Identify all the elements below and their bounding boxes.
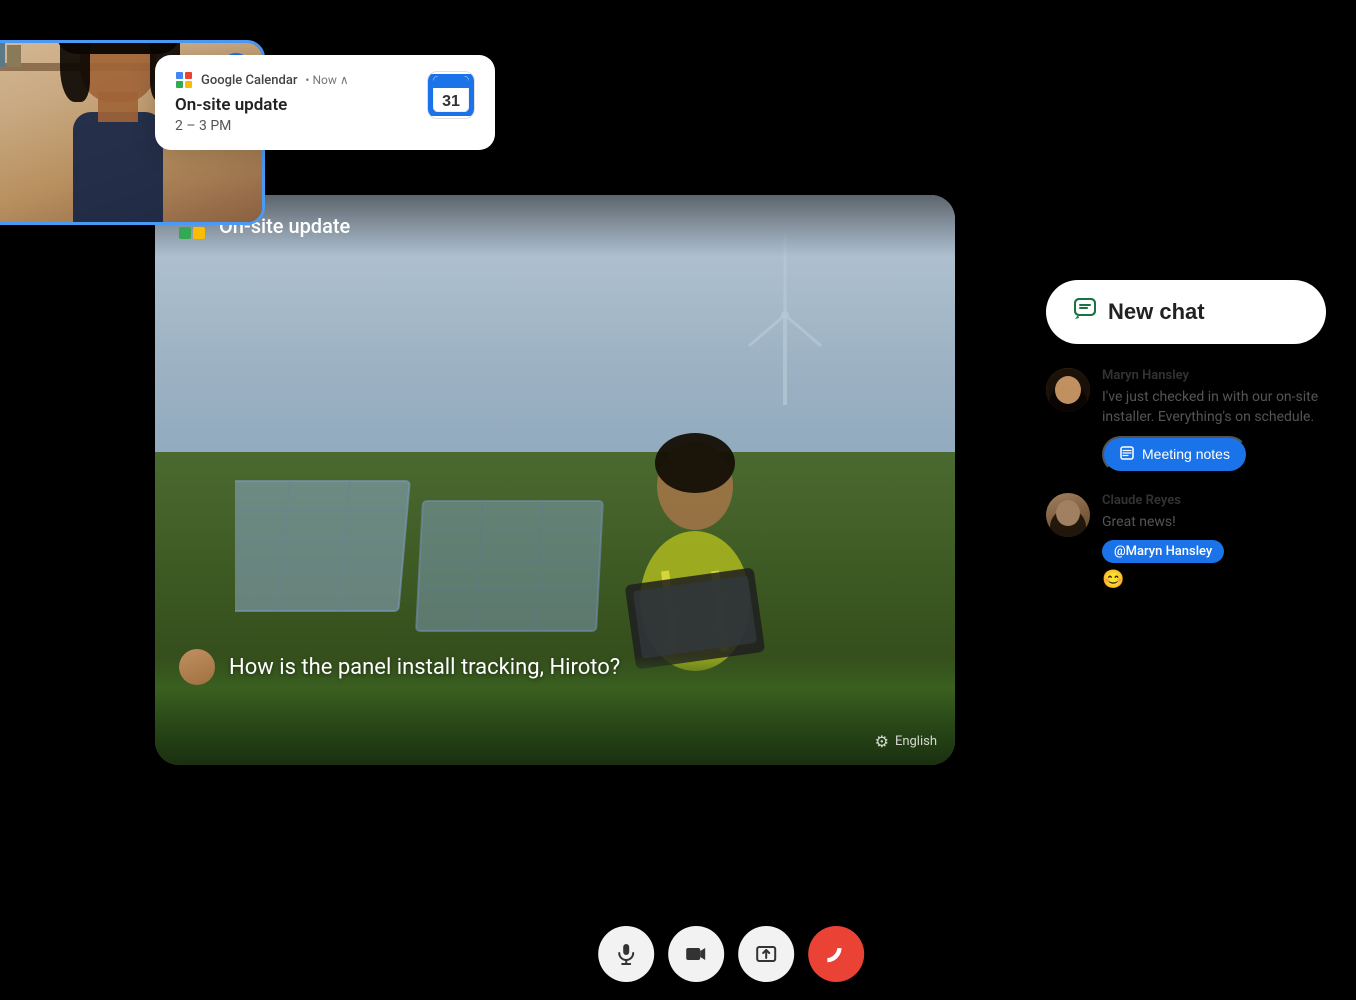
reaction-emoji: 😊 xyxy=(1102,569,1224,590)
notification-time: • Now ∧ xyxy=(305,73,348,87)
claude-message-body: Claude Reyes Great news! @Maryn Hansley … xyxy=(1102,493,1224,590)
notes-icon xyxy=(1120,446,1134,463)
new-chat-label: New chat xyxy=(1108,299,1205,325)
maryn-name: Maryn Hansley xyxy=(1102,368,1326,383)
video-call-frame: On-site update ⚙ English How is the pane… xyxy=(155,195,955,765)
caption-bar: How is the panel install tracking, Hirot… xyxy=(155,649,955,685)
notification-subtitle: 2 – 3 PM xyxy=(175,118,413,134)
new-chat-icon xyxy=(1074,298,1096,326)
caption-avatar xyxy=(179,649,215,685)
svg-text:31: 31 xyxy=(442,93,460,110)
present-button[interactable] xyxy=(738,926,794,982)
meeting-notes-label: Meeting notes xyxy=(1142,446,1230,462)
language-indicator: ⚙ English xyxy=(875,732,937,751)
settings-icon: ⚙ xyxy=(875,732,889,751)
maryn-avatar xyxy=(1046,368,1090,412)
new-chat-button[interactable]: New chat xyxy=(1046,280,1326,344)
maryn-text: I've just checked in with our on-site in… xyxy=(1102,387,1326,428)
maryn-message-body: Maryn Hansley I've just checked in with … xyxy=(1102,368,1326,473)
chat-panel: New chat Maryn Hansley I've just checked… xyxy=(1046,280,1326,610)
notification-content: Google Calendar • Now ∧ On-site update 2… xyxy=(175,71,413,134)
person-hiroto xyxy=(595,381,795,685)
end-call-button[interactable] xyxy=(808,926,864,982)
notification-source: Google Calendar xyxy=(201,73,297,88)
language-label: English xyxy=(895,734,937,749)
mention-tag: @Maryn Hansley xyxy=(1102,540,1224,563)
solar-panels xyxy=(235,421,655,645)
gcal-icon xyxy=(175,71,193,89)
calendar-badge: 31 xyxy=(427,71,475,119)
notification-title: On-site update xyxy=(175,95,413,115)
meeting-notes-chip[interactable]: Meeting notes xyxy=(1102,436,1248,473)
chat-message-claude: Claude Reyes Great news! @Maryn Hansley … xyxy=(1046,493,1326,590)
claude-text: Great news! xyxy=(1102,512,1224,532)
notification-card: Google Calendar • Now ∧ On-site update 2… xyxy=(155,55,495,150)
meet-header: On-site update xyxy=(155,195,955,257)
book2 xyxy=(0,43,5,67)
caption-text: How is the panel install tracking, Hirot… xyxy=(229,655,620,680)
notification-header: Google Calendar • Now ∧ xyxy=(175,71,413,89)
claude-avatar xyxy=(1046,493,1090,537)
mic-button[interactable] xyxy=(598,926,654,982)
camera-button[interactable] xyxy=(668,926,724,982)
claude-name: Claude Reyes xyxy=(1102,493,1224,508)
control-bar xyxy=(598,926,864,982)
chat-message-maryn: Maryn Hansley I've just checked in with … xyxy=(1046,368,1326,473)
